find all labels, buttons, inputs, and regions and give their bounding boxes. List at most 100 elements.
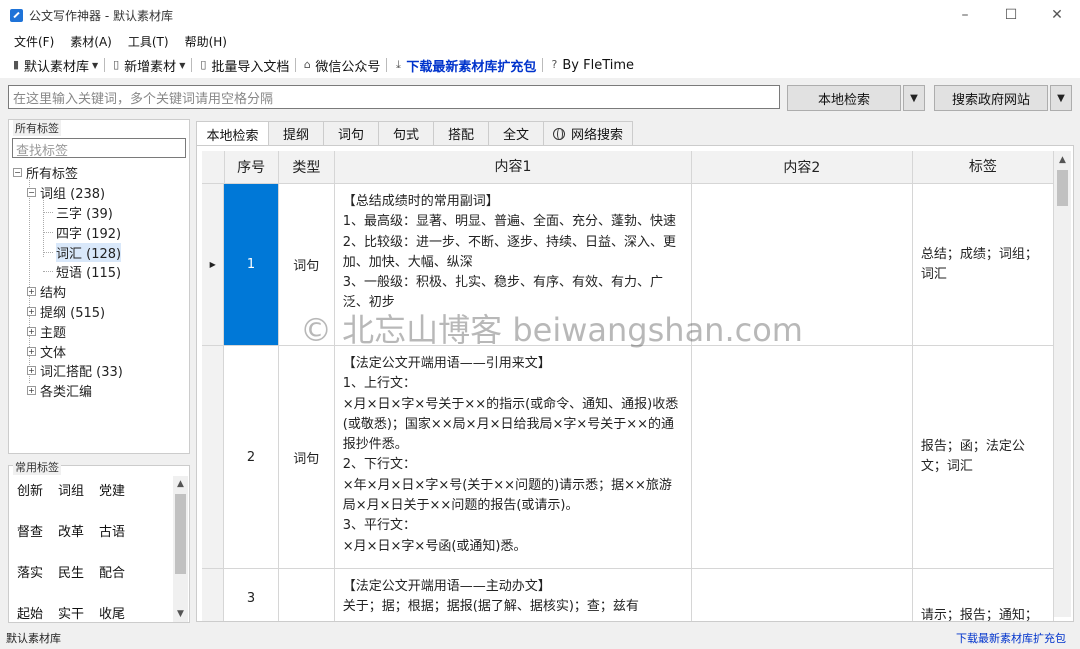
tree-node-zhuti[interactable]: + 主题: [13, 321, 187, 341]
tab-outline[interactable]: 提纲: [268, 121, 324, 145]
gov-search-button[interactable]: 搜索政府网站: [934, 85, 1048, 111]
cell-tags[interactable]: 请示；报告；通知；: [913, 569, 1054, 621]
tree-node-gelei[interactable]: + 各类汇编: [13, 381, 187, 401]
cell-content1[interactable]: 【法定公文开端用语——主动办文】 关于；据；根据；据报(据了解、据核实)；查；兹…: [335, 569, 693, 621]
minimize-button[interactable]: –: [942, 0, 988, 30]
common-tag[interactable]: 党建: [99, 480, 140, 521]
local-search-dropdown[interactable]: ▼: [903, 85, 925, 111]
local-search-button[interactable]: 本地检索: [787, 85, 901, 111]
expand-icon[interactable]: +: [27, 386, 36, 396]
collapse-icon[interactable]: −: [27, 188, 36, 198]
common-tag[interactable]: 改革: [58, 521, 99, 562]
column-header-index[interactable]: 序号: [225, 151, 279, 183]
cell-content1[interactable]: 【总结成绩时的常用副词】 1、最高级：显著、明显、普遍、全面、充分、蓬勃、快速 …: [335, 184, 693, 345]
common-tag[interactable]: 古语: [99, 521, 140, 562]
column-header-type[interactable]: 类型: [279, 151, 335, 183]
tab-full-text[interactable]: 全文: [488, 121, 544, 145]
title-bar: 公文写作神器 - 默认素材库 – ☐ ✕: [0, 0, 1080, 30]
menu-tools[interactable]: 工具(T): [120, 33, 177, 50]
globe-icon: [552, 127, 565, 140]
common-tag[interactable]: 民生: [58, 562, 99, 603]
menu-help[interactable]: 帮助(H): [177, 33, 235, 50]
wechat-button[interactable]: ⌂ 微信公众号: [297, 56, 385, 75]
batch-import-button[interactable]: ▯ 批量导入文档: [193, 56, 294, 75]
tab-web-search[interactable]: 网络搜索: [543, 121, 633, 145]
tab-sentence-patterns[interactable]: 句式: [378, 121, 434, 145]
common-tag[interactable]: 词组: [58, 480, 99, 521]
common-tag[interactable]: 创新: [17, 480, 58, 521]
status-download-link[interactable]: 下载最新素材库扩充包: [956, 630, 1066, 646]
tab-collocations[interactable]: 搭配: [433, 121, 489, 145]
common-tag[interactable]: 实干: [58, 603, 99, 622]
tree-node-duanyu[interactable]: 短语 (115): [13, 262, 187, 282]
column-header-content2[interactable]: 内容2: [692, 151, 913, 183]
menu-material[interactable]: 素材(A): [62, 33, 120, 50]
cell-tags[interactable]: 总结；成绩；词组；词汇: [913, 184, 1054, 345]
library-label: 默认素材库: [24, 59, 90, 75]
chevron-down-icon: ▼: [179, 60, 186, 70]
tree-node-wenti[interactable]: + 文体: [13, 341, 187, 361]
all-tags-panel: 查找标签 − 所有标签 − 词组 (238) 三字 (39) 四字 (192) …: [8, 119, 190, 454]
cell-content2[interactable]: [692, 569, 913, 621]
common-tag[interactable]: 督查: [17, 521, 58, 562]
about-button[interactable]: ? By FleTime: [544, 58, 639, 73]
expand-icon[interactable]: +: [27, 306, 36, 316]
library-dropdown[interactable]: ▮ 默认素材库 ▼: [6, 56, 103, 75]
table-row[interactable]: 2 词句 【法定公文开端用语——引用来文】 1、上行文： ×月×日×字×号关于×…: [202, 346, 1054, 569]
chevron-down-icon: ▼: [92, 60, 99, 70]
tree-node-cizu[interactable]: − 词组 (238): [13, 183, 187, 203]
app-pen-icon: [10, 8, 23, 22]
common-tag[interactable]: 落实: [17, 562, 58, 603]
collapse-icon[interactable]: −: [13, 168, 22, 178]
scroll-up-icon[interactable]: ▲: [1054, 151, 1071, 168]
common-tag[interactable]: 配合: [99, 562, 140, 603]
scrollbar-thumb[interactable]: [175, 494, 186, 574]
column-header-tags[interactable]: 标签: [913, 151, 1054, 183]
cell-type[interactable]: 词句: [279, 184, 335, 345]
tree-node-tigang[interactable]: + 提纲 (515): [13, 302, 187, 322]
expand-icon[interactable]: +: [27, 346, 36, 356]
scroll-down-icon[interactable]: ▼: [173, 606, 188, 622]
tree-node-sizi[interactable]: 四字 (192): [13, 222, 187, 242]
tree-node-sanzi[interactable]: 三字 (39): [13, 203, 187, 223]
tag-search-input[interactable]: 查找标签: [12, 138, 186, 159]
cell-type[interactable]: [279, 569, 335, 621]
cell-index[interactable]: 1: [224, 184, 279, 345]
common-tags-scrollbar[interactable]: ▲ ▼: [173, 476, 188, 622]
table-row[interactable]: 3 【法定公文开端用语——主动办文】 关于；据；根据；据报(据了解、据核实)；查…: [202, 569, 1054, 621]
common-tag[interactable]: 起始: [17, 603, 58, 622]
current-row-pointer-icon: ▶: [202, 184, 225, 345]
scrollbar-thumb[interactable]: [1057, 170, 1068, 206]
table-row[interactable]: ▶ 1 词句 【总结成绩时的常用副词】 1、最高级：显著、明显、普遍、全面、充分…: [202, 184, 1054, 346]
download-pack-button[interactable]: ⤓ 下载最新素材库扩充包: [388, 56, 541, 75]
tree-node-root[interactable]: − 所有标签: [13, 163, 187, 183]
row-header: [202, 569, 225, 621]
cell-content2[interactable]: [692, 346, 913, 568]
menu-file[interactable]: 文件(F): [6, 33, 62, 50]
row-header: [202, 346, 225, 568]
maximize-button[interactable]: ☐: [988, 0, 1034, 30]
tree-node-cihuidapei[interactable]: + 词汇搭配 (33): [13, 361, 187, 381]
scroll-up-icon[interactable]: ▲: [173, 476, 188, 492]
tree-node-jiegou[interactable]: + 结构: [13, 282, 187, 302]
cell-type[interactable]: 词句: [279, 346, 335, 568]
column-header-content1[interactable]: 内容1: [335, 151, 693, 183]
cell-index[interactable]: 3: [224, 569, 279, 621]
tab-local-search[interactable]: 本地检索: [196, 121, 269, 146]
common-tag[interactable]: 收尾: [99, 603, 140, 622]
add-material-dropdown[interactable]: ▯ 新增素材 ▼: [106, 56, 190, 75]
cell-content1[interactable]: 【法定公文开端用语——引用来文】 1、上行文： ×月×日×字×号关于××的指示(…: [335, 346, 693, 568]
gov-search-dropdown[interactable]: ▼: [1050, 85, 1072, 111]
close-button[interactable]: ✕: [1034, 0, 1080, 30]
cell-content2[interactable]: [692, 184, 913, 345]
grid-scrollbar[interactable]: ▲: [1054, 151, 1071, 617]
tree-node-cihui[interactable]: 词汇 (128): [13, 242, 187, 262]
expand-icon[interactable]: +: [27, 287, 36, 297]
expand-icon[interactable]: +: [27, 366, 36, 376]
cell-tags[interactable]: 报告；函；法定公文；词汇: [913, 346, 1054, 568]
expand-icon[interactable]: +: [27, 326, 36, 336]
keyword-search-input[interactable]: 在这里输入关键词，多个关键词请用空格分隔: [8, 85, 780, 109]
import-icon: ▯: [200, 58, 207, 71]
tab-phrases[interactable]: 词句: [323, 121, 379, 145]
cell-index[interactable]: 2: [224, 346, 279, 568]
